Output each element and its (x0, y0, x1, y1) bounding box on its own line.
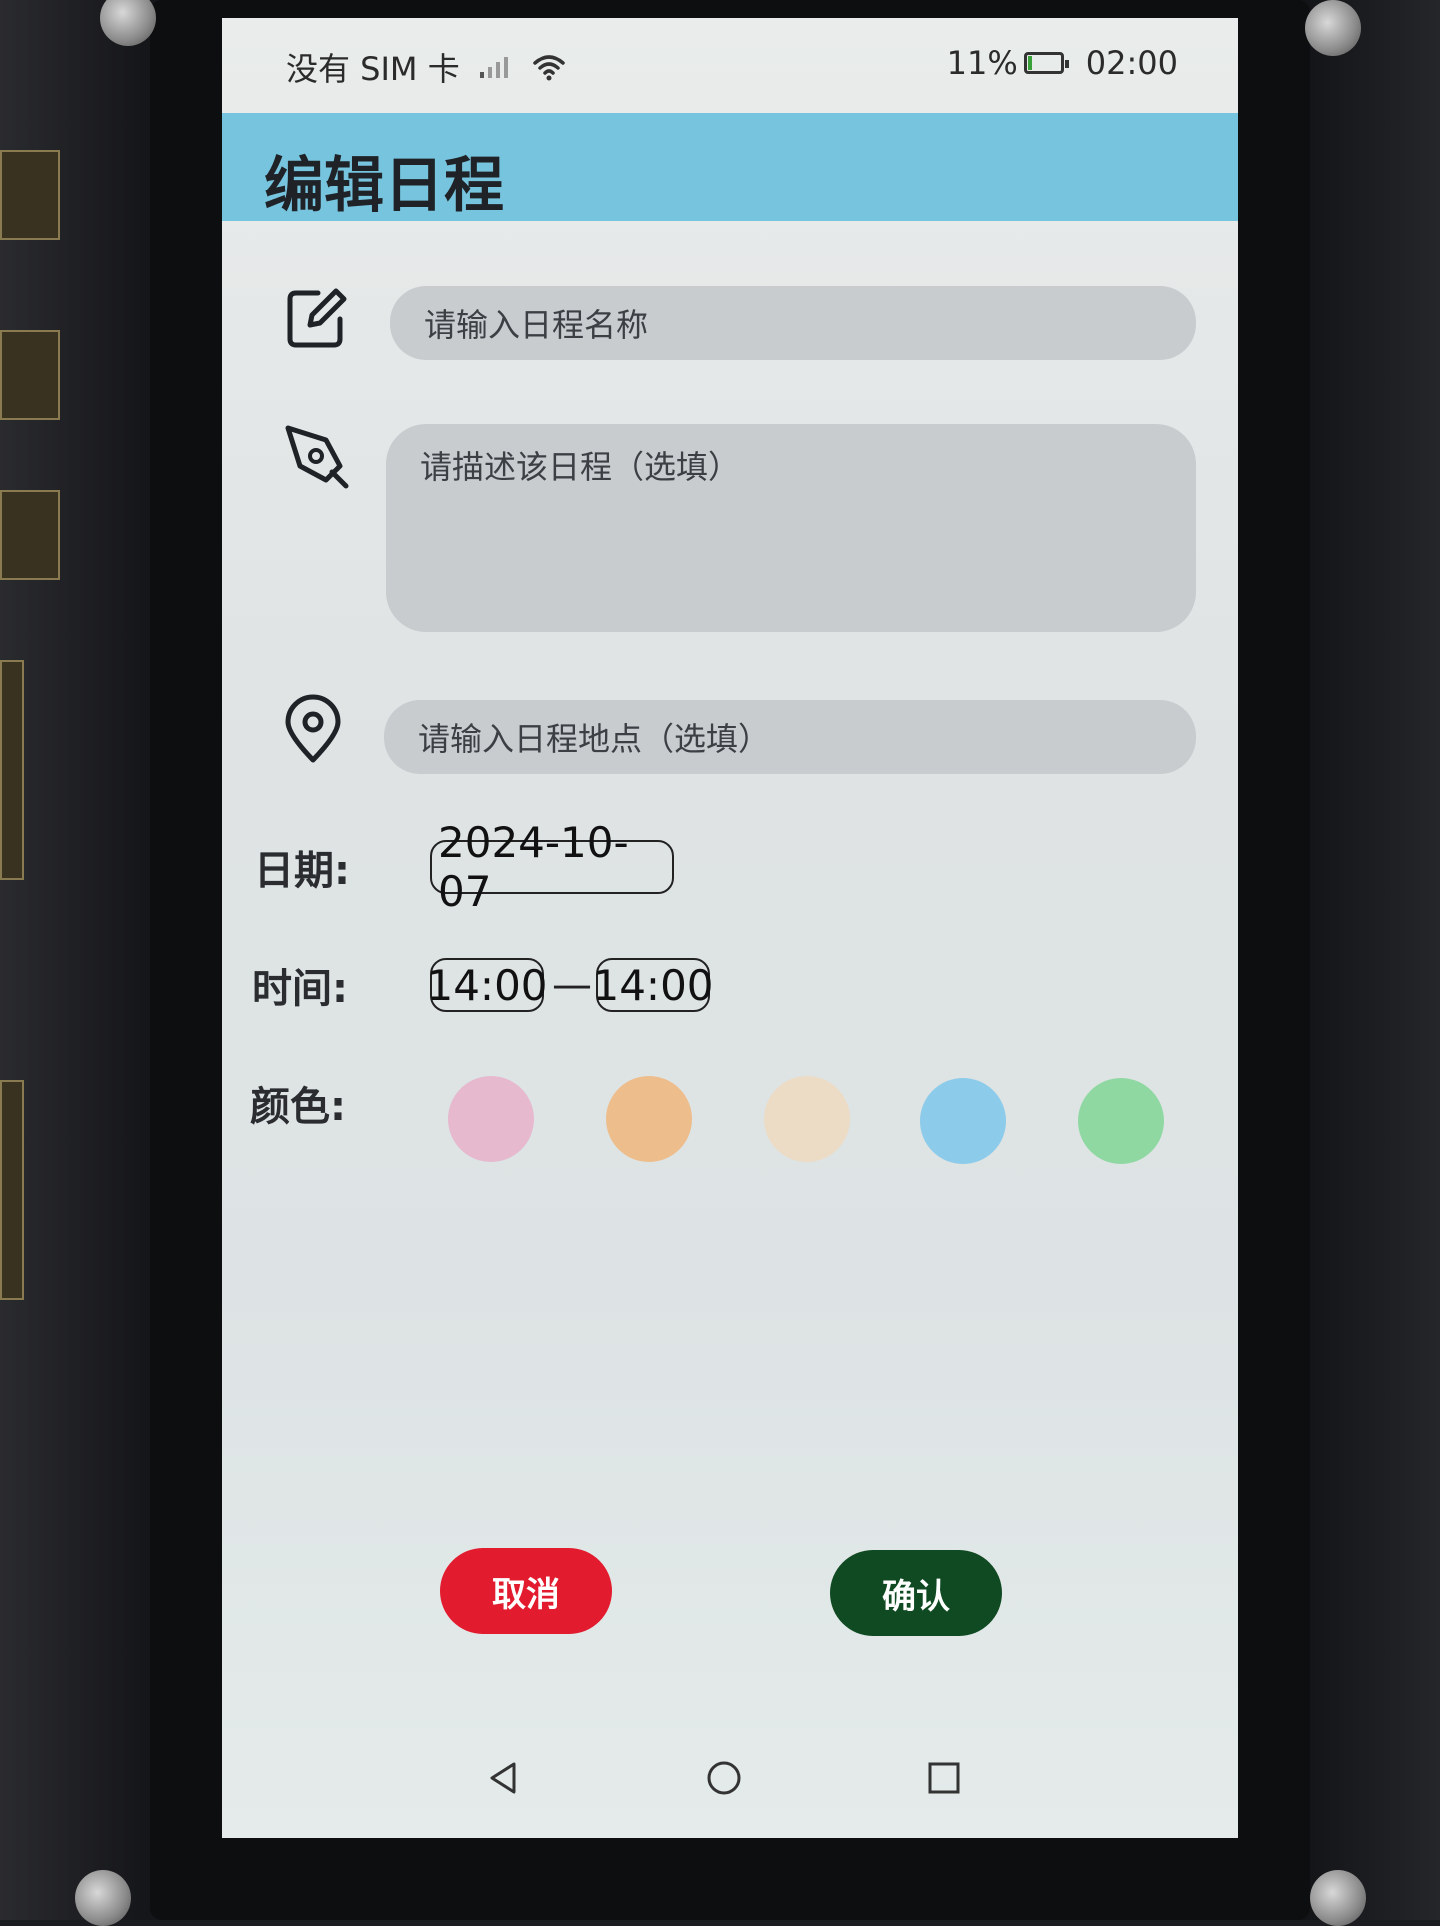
schedule-location-input[interactable]: 请输入日程地点（选填） (384, 700, 1196, 774)
board-component (0, 1080, 24, 1300)
board-component (0, 330, 60, 420)
color-option-beige[interactable] (764, 1076, 850, 1162)
carrier-text: 没有 SIM 卡 (286, 50, 460, 88)
clock: 02:00 (1085, 44, 1178, 82)
confirm-button[interactable]: 确认 (830, 1550, 1002, 1636)
color-option-orange[interactable] (606, 1076, 692, 1162)
start-time-picker[interactable]: 14:00 (426, 958, 548, 1012)
color-option-pink[interactable] (448, 1076, 534, 1162)
screw-top-right (1305, 0, 1361, 56)
page-title: 编辑日程 (264, 151, 504, 221)
cancel-button[interactable]: 取消 (440, 1548, 612, 1634)
wifi-icon (532, 55, 565, 81)
back-triangle-icon[interactable] (484, 1758, 524, 1798)
board-component (0, 490, 60, 580)
schedule-description-input[interactable]: 请描述该日程（选填） (386, 424, 1196, 632)
schedule-name-input[interactable]: 请输入日程名称 (390, 286, 1196, 360)
board-component (0, 660, 24, 880)
date-picker[interactable]: 2024-10-07 (430, 818, 674, 916)
battery-icon (1023, 52, 1069, 74)
color-label: 颜色: (250, 1084, 346, 1130)
end-time-picker[interactable]: 14:00 (592, 958, 714, 1012)
status-bar: 没有 SIM 卡 11% 02:00 (222, 18, 1238, 113)
edit-icon (287, 288, 347, 348)
time-separator: — (552, 962, 592, 1008)
color-option-blue[interactable] (920, 1078, 1006, 1164)
time-label: 时间: (252, 966, 348, 1012)
screw-bottom-left (75, 1870, 131, 1926)
color-option-green[interactable] (1078, 1078, 1164, 1164)
location-pin-icon (285, 694, 341, 763)
signal-icon (479, 57, 508, 78)
phone-screen: 没有 SIM 卡 11% 02:00 编辑日程 请输入日程名称 请描述该日程（选… (222, 18, 1238, 1838)
pen-nib-icon (285, 425, 349, 489)
system-nav-bar (222, 1718, 1238, 1838)
recent-square-icon[interactable] (924, 1758, 964, 1798)
home-circle-icon[interactable] (704, 1758, 744, 1798)
board-component (0, 150, 60, 240)
date-label: 日期: (254, 848, 350, 894)
screw-top-left (100, 0, 156, 46)
title-bar: 编辑日程 (222, 113, 1238, 221)
screw-bottom-right (1310, 1870, 1366, 1926)
battery-percent: 11% (946, 44, 1018, 82)
